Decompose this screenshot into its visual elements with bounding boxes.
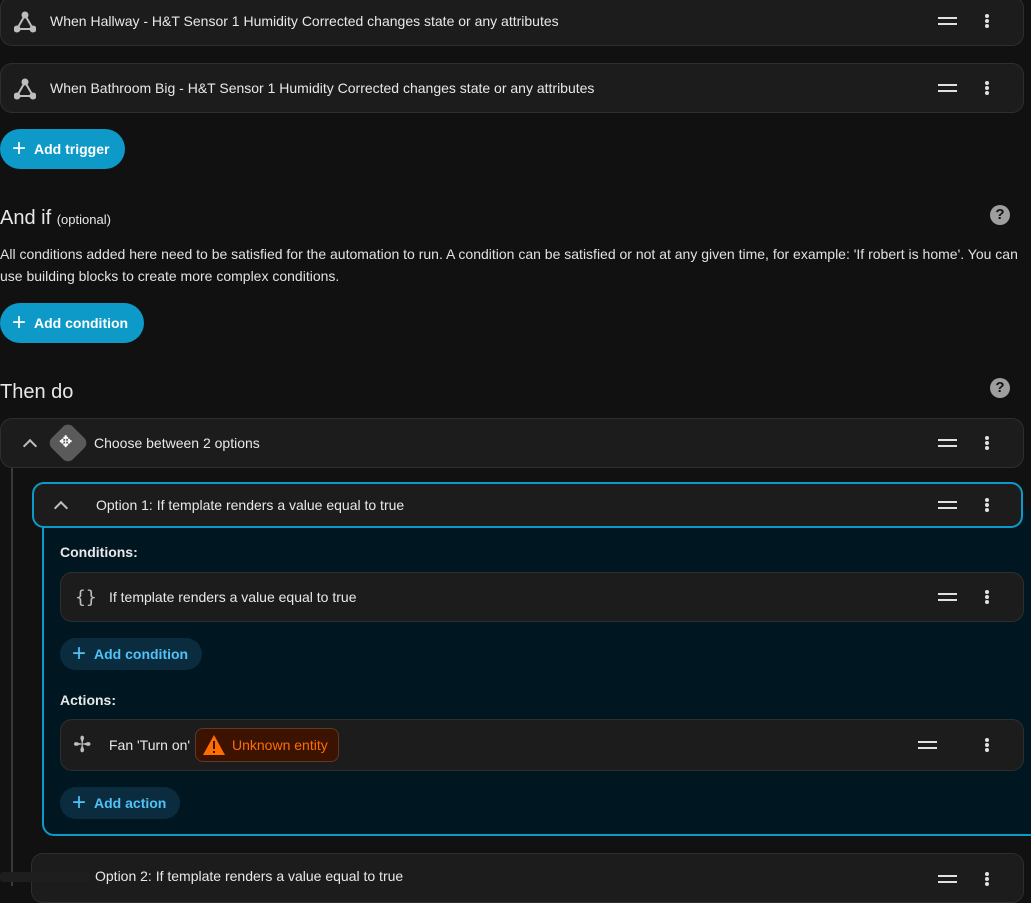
option-2-label: Option 2: If template renders a value eq…: [95, 868, 404, 884]
warning-label: Unknown entity: [232, 737, 328, 753]
drag-handle-icon[interactable]: [918, 741, 937, 749]
plus-icon: +: [72, 789, 87, 816]
add-condition-button[interactable]: + Add condition: [60, 638, 203, 670]
tooltip: [0, 872, 90, 882]
option-1-label: Option 1: If template renders a value eq…: [96, 497, 405, 513]
conditions-description: All conditions added here need to be sat…: [0, 246, 1018, 284]
help-icon[interactable]: ?: [990, 378, 1010, 398]
add-action-button[interactable]: + Add action: [60, 787, 181, 819]
template-icon: {}: [75, 586, 97, 608]
add-trigger-label: Add trigger: [34, 141, 110, 157]
plus-icon: +: [12, 135, 27, 162]
more-options-icon[interactable]: [981, 735, 993, 755]
plus-icon: +: [72, 640, 87, 667]
drag-handle-icon[interactable]: [938, 439, 957, 447]
more-options-icon[interactable]: [981, 587, 993, 607]
trigger-row[interactable]: When Hallway - H&T Sensor 1 Humidity Cor…: [0, 0, 1024, 46]
add-trigger-button[interactable]: + Add trigger: [0, 129, 126, 169]
add-action-label: Add action: [94, 795, 167, 811]
conditions-heading: And if (optional): [0, 207, 111, 230]
condition-row[interactable]: {} If template renders a value equal to …: [60, 572, 1024, 622]
more-options-icon[interactable]: [981, 869, 993, 889]
add-condition-label: Add condition: [94, 646, 189, 662]
optional-label: (optional): [56, 212, 111, 227]
choose-action-row[interactable]: ✥ Choose between 2 options: [0, 418, 1024, 468]
option-2-header[interactable]: Option 2: If template renders a value eq…: [31, 853, 1024, 903]
help-icon[interactable]: ?: [990, 205, 1010, 225]
trigger-row[interactable]: When Bathroom Big - H&T Sensor 1 Humidit…: [0, 63, 1024, 113]
warning-icon: [203, 735, 225, 755]
tree-line: [11, 466, 13, 886]
condition-label: If template renders a value equal to tru…: [109, 589, 357, 605]
actions-heading: Then do: [0, 381, 74, 403]
trigger-label: When Bathroom Big - H&T Sensor 1 Humidit…: [50, 80, 595, 96]
trigger-label: When Hallway - H&T Sensor 1 Humidity Cor…: [50, 13, 559, 29]
chevron-up-icon[interactable]: [22, 438, 38, 454]
state-trigger-icon: [14, 78, 36, 100]
drag-handle-icon[interactable]: [938, 17, 957, 25]
drag-handle-icon[interactable]: [938, 593, 957, 601]
more-options-icon[interactable]: [981, 433, 993, 453]
fan-icon: ✢: [73, 732, 92, 757]
chevron-up-icon[interactable]: [53, 500, 69, 516]
state-trigger-icon: [14, 11, 36, 33]
drag-handle-icon[interactable]: [938, 84, 957, 92]
drag-handle-icon[interactable]: [938, 875, 957, 883]
more-options-icon[interactable]: [981, 495, 993, 515]
option-1-header[interactable]: Option 1: If template renders a value eq…: [32, 482, 1023, 528]
action-label: Fan 'Turn on': [109, 737, 191, 753]
drag-handle-icon[interactable]: [938, 501, 957, 509]
unknown-entity-badge: Unknown entity: [195, 728, 339, 762]
plus-icon: +: [12, 309, 27, 336]
add-condition-button[interactable]: + Add condition: [0, 303, 145, 343]
conditions-label: Conditions:: [60, 544, 138, 560]
more-options-icon[interactable]: [981, 11, 993, 31]
more-options-icon[interactable]: [981, 78, 993, 98]
choose-label: Choose between 2 options: [94, 435, 260, 451]
conditions-title: And if: [0, 207, 52, 229]
actions-label: Actions:: [60, 692, 116, 708]
option-1-body: [42, 510, 1031, 836]
add-condition-label: Add condition: [34, 315, 129, 331]
action-row[interactable]: ✢ Fan 'Turn on' Unknown entity: [60, 719, 1024, 771]
branch-icon: ✥: [59, 434, 73, 451]
